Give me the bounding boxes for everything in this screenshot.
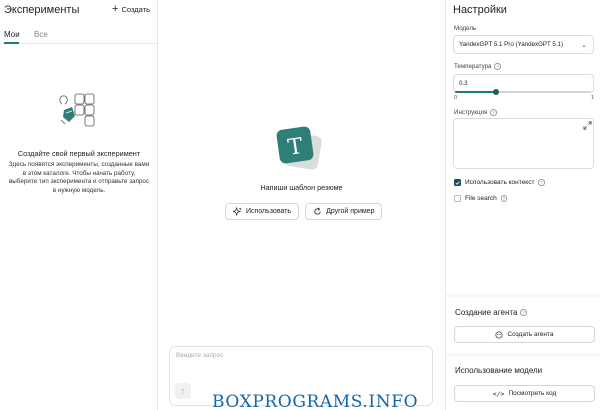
create-label: Создать — [121, 5, 150, 14]
empty-experiments-illustration — [59, 93, 95, 127]
settings-panel: Настройки Модель YandexGPT 5.1 Pro (Yand… — [445, 0, 600, 410]
instruction-textarea[interactable] — [453, 118, 594, 169]
resume-template-icon: T — [276, 126, 322, 170]
experiments-panel: Эксперименты + Создать Мои Все Создайте … — [0, 0, 158, 410]
temperature-value: 0.3 — [459, 80, 468, 87]
view-code-label: Посмотреть код — [508, 390, 557, 397]
slider-min-label: 0 — [454, 95, 458, 101]
use-context-checkbox[interactable] — [454, 179, 461, 186]
view-code-button[interactable]: </> Посмотреть код — [454, 385, 595, 402]
use-context-row: Использовать контекст ? — [454, 179, 545, 186]
active-tab-indicator — [4, 42, 19, 44]
model-usage-card: Использование модели </> Посмотреть код — [446, 356, 600, 410]
file-search-label: File search — [465, 195, 497, 202]
temperature-slider[interactable] — [455, 89, 591, 95]
temperature-label-text: Температура — [454, 63, 492, 70]
code-icon: </> — [492, 389, 505, 398]
plus-icon: + — [112, 3, 119, 15]
arrow-up-icon: ↑ — [180, 386, 186, 396]
help-icon[interactable]: ? — [494, 63, 501, 70]
model-value: YandexGPT 5.1 Pro (YandexGPT 5.1) — [459, 41, 564, 48]
empty-description: Здесь появятся эксперименты, созданные в… — [8, 161, 150, 194]
send-button[interactable]: ↑ — [175, 383, 191, 399]
file-search-checkbox[interactable] — [454, 195, 461, 202]
experiments-title: Эксперименты — [4, 4, 80, 16]
usage-title: Использование модели — [455, 366, 543, 375]
prompt-box: ↑ — [169, 346, 433, 406]
model-select[interactable]: YandexGPT 5.1 Pro (YandexGPT 5.1) ⌄ — [453, 35, 594, 54]
expand-icon[interactable] — [583, 121, 592, 130]
temperature-label: Температура ? — [454, 63, 501, 70]
other-example-label: Другой пример — [326, 208, 375, 215]
empty-title: Создайте свой первый эксперимент — [17, 149, 141, 158]
workspace: T Напиши шаблон резюме Использовать Друг… — [159, 0, 444, 410]
template-actions: Использовать Другой пример — [225, 203, 383, 220]
sparkle-icon — [233, 207, 242, 216]
robot-icon — [495, 330, 504, 339]
model-label-text: Модель — [454, 25, 477, 32]
template-name: Напиши шаблон резюме — [260, 183, 343, 192]
create-agent-button[interactable]: Создать агента — [454, 326, 595, 343]
help-icon[interactable]: ? — [520, 309, 527, 316]
experiments-tabs: Мои Все — [0, 28, 158, 44]
help-icon[interactable]: ? — [490, 109, 497, 116]
model-label: Модель — [454, 25, 476, 32]
slider-thumb[interactable] — [492, 89, 499, 95]
slider-fill — [455, 91, 496, 93]
help-icon[interactable]: ? — [500, 195, 508, 202]
use-template-label: Использовать — [246, 208, 292, 215]
agent-card: Создание агента ? Создать агента — [446, 297, 600, 353]
settings-title: Настройки — [453, 4, 507, 16]
instruction-label-text: Инструкция — [454, 109, 488, 116]
help-icon[interactable]: ? — [538, 179, 545, 186]
tab-all[interactable]: Все — [34, 30, 48, 39]
agent-title-text: Создание агента — [455, 308, 518, 317]
use-context-label: Использовать контекст — [465, 179, 535, 186]
create-experiment-button[interactable]: + Создать — [112, 3, 150, 15]
other-example-button[interactable]: Другой пример — [305, 203, 383, 220]
file-search-row: File search ? — [454, 195, 508, 202]
instruction-label: Инструкция ? — [454, 109, 497, 116]
slider-max-label: 1 — [591, 95, 595, 101]
chevron-down-icon: ⌄ — [581, 42, 587, 49]
refresh-icon — [314, 207, 321, 215]
create-agent-label: Создать агента — [507, 331, 554, 338]
use-template-button[interactable]: Использовать — [225, 203, 300, 220]
tab-mine[interactable]: Мои — [4, 30, 20, 39]
agent-title: Создание агента ? — [455, 308, 527, 317]
check-icon — [455, 180, 460, 185]
settings-section: Настройки Модель YandexGPT 5.1 Pro (Yand… — [446, 0, 600, 294]
prompt-input[interactable] — [176, 352, 416, 359]
